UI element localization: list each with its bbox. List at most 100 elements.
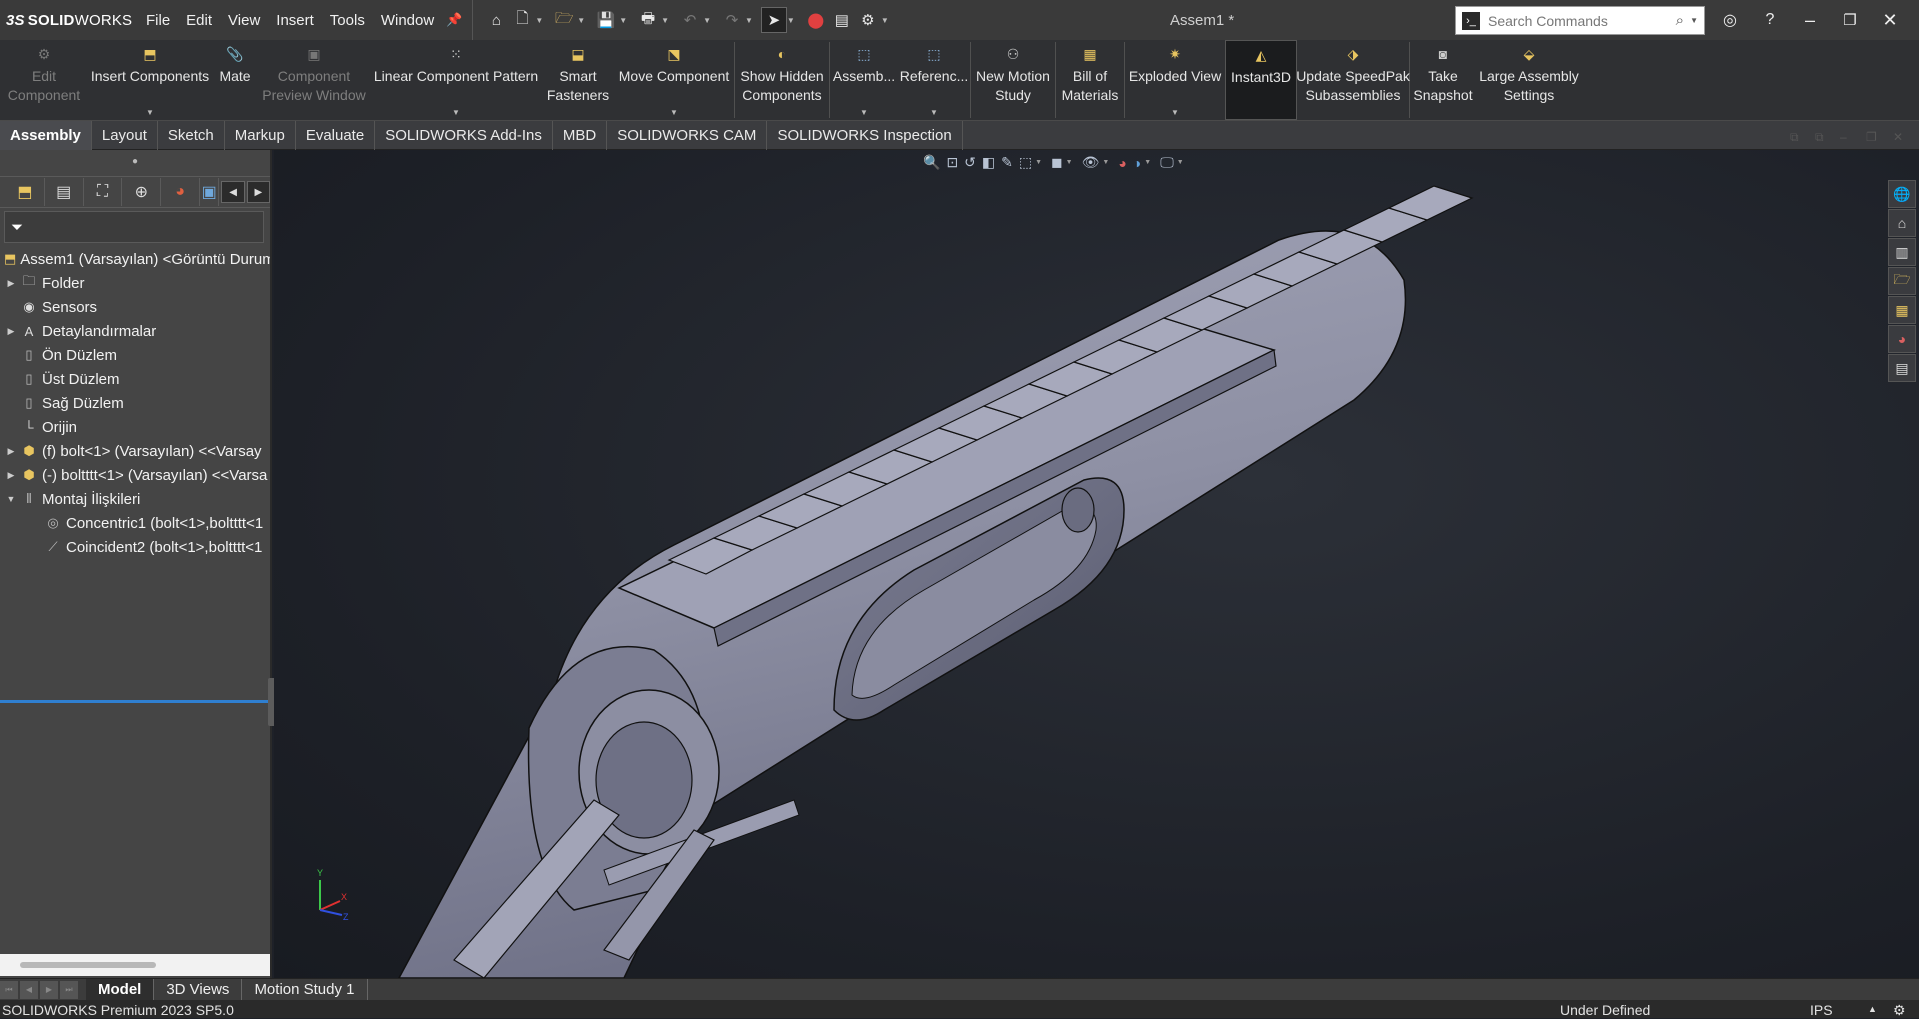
save-dropdown-icon[interactable]: ▼: [619, 16, 627, 25]
show-hidden-components-button[interactable]: ◐ Show Hidden Components: [735, 40, 829, 120]
tree-item-boltttt[interactable]: ▶ ⬢ (-) boltttt<1> (Varsayılan) <<Varsa: [0, 463, 270, 487]
appearances-icon[interactable]: ◕: [1888, 325, 1916, 353]
viewport-split-icon[interactable]: ⧉: [1790, 130, 1799, 145]
solidworks-logo[interactable]: 3S SOLID WORKS: [0, 12, 138, 29]
bill-of-materials-button[interactable]: ▦ Bill of Materials: [1056, 40, 1124, 120]
status-customize-icon[interactable]: ⚙: [1893, 1002, 1906, 1019]
search-dropdown-icon[interactable]: ▼: [1690, 16, 1698, 25]
new-dropdown-icon[interactable]: ▼: [535, 16, 543, 25]
section-view-icon[interactable]: ◧: [982, 154, 995, 171]
tab-layout[interactable]: Layout: [92, 121, 158, 150]
tree-filter[interactable]: ⏷: [4, 211, 264, 243]
tab-solidworks-cam[interactable]: SOLIDWORKS CAM: [607, 121, 768, 150]
insert-components-dropdown-icon[interactable]: ▼: [146, 108, 154, 117]
search-commands[interactable]: ›_ Search Commands ⌕ ▼: [1455, 6, 1705, 35]
viewport-restore-icon[interactable]: ❐: [1866, 130, 1877, 144]
undo-icon[interactable]: ↶: [677, 7, 703, 33]
design-library-icon[interactable]: ▥: [1888, 238, 1916, 266]
collapse-arrow-icon[interactable]: ▼: [4, 494, 18, 504]
redo-icon[interactable]: ↷: [719, 7, 745, 33]
hide-show-items-icon[interactable]: 👁: [1082, 154, 1100, 171]
expand-arrow-icon[interactable]: ▶: [4, 446, 18, 457]
menu-file[interactable]: File: [138, 12, 178, 29]
search-input[interactable]: Search Commands: [1488, 13, 1676, 29]
save-icon[interactable]: 💾: [593, 7, 619, 33]
pin-menu-icon[interactable]: 📌: [446, 12, 462, 28]
tab-model[interactable]: Model: [86, 978, 155, 1001]
tree-item-annotations[interactable]: ▶ A Detaylandırmalar: [0, 319, 270, 343]
hide-show-dropdown-icon[interactable]: ▼: [1102, 159, 1109, 166]
menu-window[interactable]: Window: [373, 12, 442, 29]
tree-item-right-plane[interactable]: ▯ Sağ Düzlem: [0, 391, 270, 415]
assembly-model[interactable]: [274, 150, 1919, 978]
move-component-button[interactable]: ⬔ Move Component ▼: [614, 40, 734, 120]
exploded-view-dropdown-icon[interactable]: ▼: [1171, 108, 1179, 117]
print-icon[interactable]: 🖶: [635, 7, 661, 33]
prev-tab-nav-icon[interactable]: ◀: [20, 980, 38, 999]
scrollbar-thumb[interactable]: [20, 962, 156, 968]
tab-motion-study-1[interactable]: Motion Study 1: [242, 978, 368, 1001]
restore-icon[interactable]: ❐: [1830, 11, 1870, 29]
status-caret-icon[interactable]: ▲: [1868, 1004, 1877, 1014]
tree-item-folder[interactable]: ▶ 🗀 Folder: [0, 271, 270, 295]
view-orientation-icon[interactable]: ⬚: [1019, 154, 1032, 171]
assembly-features-button[interactable]: ⬚ Assemb... ▼: [830, 40, 898, 120]
tree-item-origin[interactable]: └ Orijin: [0, 415, 270, 439]
large-assembly-settings-button[interactable]: ⬙ Large Assembly Settings: [1476, 40, 1582, 120]
menu-view[interactable]: View: [220, 12, 268, 29]
tree-item-coincident2[interactable]: ⟋ Coincident2 (bolt<1>,boltttt<1: [0, 535, 270, 559]
home-icon[interactable]: ⌂: [483, 7, 509, 33]
feature-manager-tab-icon[interactable]: ⬒: [6, 178, 45, 206]
search-icon[interactable]: ⌕: [1676, 12, 1684, 29]
minimize-icon[interactable]: –: [1790, 10, 1830, 31]
undo-dropdown-icon[interactable]: ▼: [703, 16, 711, 25]
solidworks-resources-icon[interactable]: 🌐: [1888, 180, 1916, 208]
edit-appearance-icon[interactable]: ◕: [1118, 155, 1126, 171]
close-icon[interactable]: ✕: [1870, 10, 1910, 31]
assembly-features-dropdown-icon[interactable]: ▼: [860, 108, 868, 117]
new-motion-study-button[interactable]: ⚇ New Motion Study: [971, 40, 1055, 120]
rebuild-traffic-light-icon[interactable]: ⬤: [803, 7, 829, 33]
tab-markup[interactable]: Markup: [225, 121, 296, 150]
mate-button[interactable]: 📎 Mate: [212, 40, 258, 120]
scroll-left-icon[interactable]: ◀: [221, 181, 245, 203]
view-settings-dropdown-icon[interactable]: ▼: [1177, 159, 1184, 166]
dimxpert-manager-tab-icon[interactable]: ⊕: [122, 178, 162, 206]
display-style-dropdown-icon[interactable]: ▼: [1066, 159, 1073, 166]
tree-item-concentric1[interactable]: ◎ Concentric1 (bolt<1>,boltttt<1: [0, 511, 270, 535]
help-icon[interactable]: ?: [1750, 11, 1790, 29]
linear-component-pattern-button[interactable]: ⁙ Linear Component Pattern ▼: [370, 40, 542, 120]
tab-evaluate[interactable]: Evaluate: [296, 121, 376, 150]
tree-item-bolt[interactable]: ▶ ⬢ (f) bolt<1> (Varsayılan) <<Varsay: [0, 439, 270, 463]
update-speedpak-button[interactable]: ⬗ Update SpeedPak Subassemblies: [1296, 40, 1410, 120]
filter-icon[interactable]: ⏷: [11, 219, 23, 236]
menu-tools[interactable]: Tools: [322, 12, 373, 29]
zoom-to-fit-icon[interactable]: 🔍: [923, 154, 940, 171]
menu-insert[interactable]: Insert: [268, 12, 322, 29]
smart-fasteners-button[interactable]: ⬓ Smart Fasteners: [542, 40, 614, 120]
tab-solidworks-add-ins[interactable]: SOLIDWORKS Add-Ins: [375, 121, 553, 150]
redo-dropdown-icon[interactable]: ▼: [745, 16, 753, 25]
view-palette-icon[interactable]: ▦: [1888, 296, 1916, 324]
tab-assembly[interactable]: Assembly: [0, 121, 92, 150]
expand-arrow-icon[interactable]: ▶: [4, 326, 18, 337]
panel-grip-icon[interactable]: ●: [0, 150, 270, 176]
scroll-right-icon[interactable]: ▶: [246, 181, 271, 203]
configuration-manager-tab-icon[interactable]: ⛶: [84, 178, 123, 206]
viewport-minimize-icon[interactable]: –: [1840, 130, 1847, 144]
cam-manager-tab-icon[interactable]: ▣: [200, 178, 220, 206]
reference-geometry-button[interactable]: ⬚ Referenc... ▼: [898, 40, 970, 120]
insert-components-button[interactable]: ⬒ Insert Components ▼: [88, 40, 212, 120]
take-snapshot-button[interactable]: ◙ Take Snapshot: [1410, 40, 1476, 120]
viewport-close-icon[interactable]: ✕: [1893, 130, 1903, 144]
select-dropdown-icon[interactable]: ▼: [787, 16, 795, 25]
expand-arrow-icon[interactable]: ▶: [4, 470, 18, 481]
view-settings-icon[interactable]: 🖵: [1160, 154, 1174, 171]
instant3d-button[interactable]: ◭ Instant3D: [1225, 40, 1297, 120]
previous-view-icon[interactable]: ↺: [964, 154, 976, 171]
account-icon[interactable]: ◎: [1710, 10, 1750, 30]
apply-scene-dropdown-icon[interactable]: ▼: [1144, 159, 1151, 166]
rollback-bar[interactable]: [0, 700, 270, 703]
file-properties-icon[interactable]: ▤: [829, 7, 855, 33]
tree-item-top-plane[interactable]: ▯ Üst Düzlem: [0, 367, 270, 391]
